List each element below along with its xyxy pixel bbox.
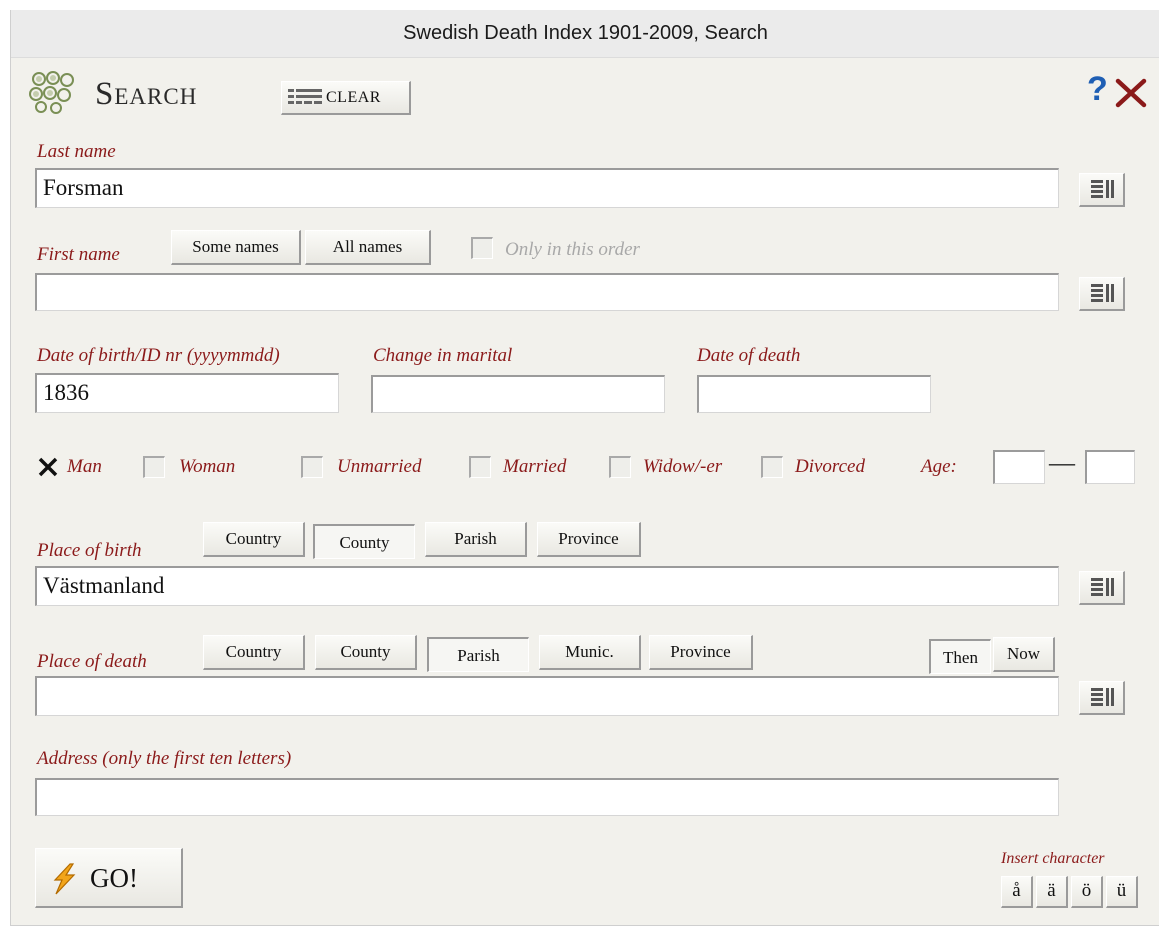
last-name-label: Last name: [37, 141, 116, 162]
unmarried-checkbox[interactable]: [301, 456, 323, 478]
close-icon[interactable]: [1115, 78, 1147, 113]
go-button[interactable]: GO!: [35, 848, 183, 908]
list-icon: [1091, 688, 1114, 706]
woman-checkbox[interactable]: [143, 456, 165, 478]
age-label: Age:: [921, 456, 957, 477]
birth-county-button[interactable]: County: [313, 524, 415, 559]
death-munic-button[interactable]: Munic.: [539, 635, 641, 670]
birth-date-label: Date of birth/ID nr (yyyymmdd): [37, 345, 280, 366]
birth-province-button[interactable]: Province: [537, 522, 641, 557]
birth-country-button[interactable]: Country: [203, 522, 305, 557]
place-of-death-list-button[interactable]: [1079, 681, 1125, 715]
only-in-order-label: Only in this order: [505, 239, 640, 260]
list-icon: [1091, 180, 1114, 198]
death-county-button[interactable]: County: [315, 635, 417, 670]
death-date-label: Date of death: [697, 345, 801, 366]
list-icon: [1091, 284, 1114, 302]
insert-char-o-umlaut[interactable]: ö: [1071, 876, 1103, 908]
place-of-death-label: Place of death: [37, 651, 147, 672]
people-icon: [27, 70, 85, 114]
clear-label: CLEAR: [326, 89, 381, 106]
window-title: Swedish Death Index 1901-2009, Search: [11, 10, 1159, 58]
place-of-birth-list-button[interactable]: [1079, 571, 1125, 605]
lightning-icon: [48, 863, 80, 900]
marital-change-input[interactable]: [371, 375, 665, 413]
marital-change-label: Change in marital: [373, 345, 513, 366]
death-country-button[interactable]: Country: [203, 635, 305, 670]
first-name-input[interactable]: [35, 273, 1059, 311]
checked-x-icon: [38, 457, 58, 477]
page-title: Search: [95, 76, 198, 112]
birth-date-input[interactable]: 1836: [35, 373, 339, 413]
woman-label: Woman: [179, 456, 236, 477]
clear-button[interactable]: CLEAR: [281, 81, 411, 115]
all-names-button[interactable]: All names: [305, 230, 431, 265]
age-range-dash: —: [1049, 448, 1075, 477]
widow-checkbox[interactable]: [609, 456, 631, 478]
age-to-input[interactable]: [1085, 450, 1135, 484]
last-name-list-button[interactable]: [1079, 173, 1125, 207]
address-label: Address (only the first ten letters): [37, 748, 292, 769]
help-icon[interactable]: ?: [1087, 70, 1108, 109]
insert-char-u-umlaut[interactable]: ü: [1106, 876, 1138, 908]
married-label: Married: [503, 456, 567, 477]
insert-character-label: Insert character: [1001, 850, 1105, 867]
married-checkbox[interactable]: [469, 456, 491, 478]
then-button[interactable]: Then: [929, 639, 991, 674]
insert-char-a-ring[interactable]: å: [1001, 876, 1033, 908]
death-date-input[interactable]: [697, 375, 931, 413]
last-name-input[interactable]: Forsman: [35, 168, 1059, 208]
now-button[interactable]: Now: [993, 637, 1055, 672]
place-of-birth-label: Place of birth: [37, 540, 142, 561]
man-checkbox[interactable]: [37, 456, 59, 478]
first-name-list-button[interactable]: [1079, 277, 1125, 311]
age-from-input[interactable]: [993, 450, 1045, 484]
man-label: Man: [67, 456, 102, 477]
death-province-button[interactable]: Province: [649, 635, 753, 670]
divorced-checkbox[interactable]: [761, 456, 783, 478]
divorced-label: Divorced: [795, 456, 865, 477]
some-names-button[interactable]: Some names: [171, 230, 301, 265]
go-label: GO!: [90, 863, 138, 893]
place-of-death-input[interactable]: [35, 676, 1059, 716]
list-icon: [1091, 578, 1114, 596]
insert-char-a-umlaut[interactable]: ä: [1036, 876, 1068, 908]
unmarried-label: Unmarried: [337, 456, 422, 477]
address-input[interactable]: [35, 778, 1059, 816]
only-in-order-checkbox[interactable]: [471, 237, 493, 259]
widow-label: Widow/-er: [643, 456, 723, 477]
place-of-birth-input[interactable]: Västmanland: [35, 566, 1059, 606]
first-name-label: First name: [37, 244, 120, 265]
list-icon: [288, 88, 322, 113]
search-window: Swedish Death Index 1901-2009, Search Se…: [10, 10, 1159, 926]
death-parish-button[interactable]: Parish: [427, 637, 529, 672]
birth-parish-button[interactable]: Parish: [425, 522, 527, 557]
